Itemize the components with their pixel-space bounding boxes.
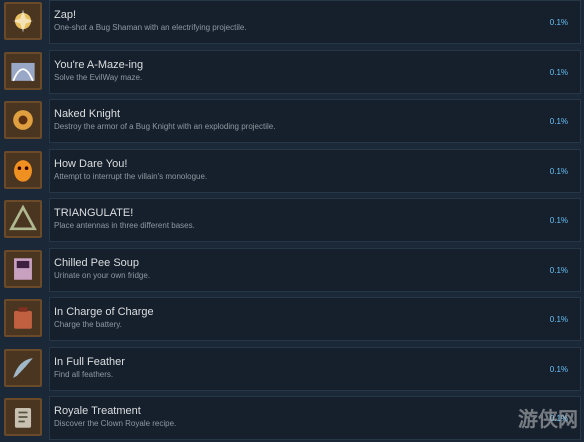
achievement-row[interactable]: Chilled Pee Soup Urinate on your own frid… (0, 247, 584, 294)
achievement-row[interactable]: Naked Knight Destroy the armor of a Bug K… (0, 99, 584, 145)
achievement-description: Destroy the armor of a Bug Knight with a… (54, 122, 276, 131)
achievement-card: Chilled Pee Soup Urinate on your own frid… (49, 247, 581, 292)
chilled-pee-soup-achievement-icon (4, 249, 42, 288)
unlock-percentage: 0.1% (549, 166, 568, 176)
achievement-description: Attempt to interrupt the villain's monol… (54, 171, 208, 181)
achievement-card: How Dare You! Attempt to interrupt the vi… (49, 148, 581, 193)
achievement-row[interactable]: How Dare You! Attempt to interrupt the vi… (0, 148, 584, 195)
achievement-row[interactable]: TRIANGULATE! Place antennas in three diff… (0, 198, 584, 244)
achievement-title: Naked Knight (54, 108, 121, 120)
achievement-description: Discover the Clown Royale recipe. (54, 419, 177, 428)
achievement-title: Zap! (54, 9, 77, 21)
unlock-percentage: 0.1% (549, 216, 568, 225)
achievement-card: Zap! One-shot a Bug Shaman with an electr… (49, 0, 581, 44)
unlock-percentage: 0.1% (549, 364, 568, 374)
achievement-row[interactable]: Royale Treatment Discover the Clown Royal… (0, 396, 584, 442)
achievement-row[interactable]: In Full Feather Find all feathers. 0.1% (0, 346, 584, 393)
achievement-title: Chilled Pee Soup (54, 256, 140, 269)
achievement-card: TRIANGULATE! Place antennas in three diff… (49, 198, 581, 242)
naked-knight-achievement-icon (4, 101, 42, 139)
achievement-row[interactable]: In Charge of Charge Charge the battery. 0.… (0, 297, 584, 343)
achievement-title: You're A-Maze-ing (54, 58, 144, 71)
how-dare-you-achievement-icon (4, 150, 42, 189)
achievement-title: In Full Feather (54, 355, 125, 368)
maze-achievement-icon (4, 51, 42, 90)
unlock-percentage: 0.1% (549, 117, 568, 126)
unlock-percentage: 0.1% (549, 315, 568, 324)
achievement-card: Naked Knight Destroy the armor of a Bug K… (49, 99, 581, 143)
watermark-logo: 游侠网 (518, 407, 578, 431)
unlock-percentage: 0.1% (549, 18, 568, 27)
achievement-card: In Full Feather Find all feathers. 0.1% (49, 346, 581, 391)
achievement-title: How Dare You! (54, 157, 128, 170)
achievement-description: Find all feathers. (54, 369, 114, 379)
achievement-description: Urinate on your own fridge. (54, 270, 151, 280)
battery-achievement-icon (4, 299, 42, 337)
unlock-percentage: 0.1% (549, 265, 568, 275)
achievement-description: Solve the EvilWay maze. (54, 72, 143, 82)
achievement-description: One-shot a Bug Shaman with an electrifyi… (54, 23, 247, 32)
triangulate-achievement-icon (4, 200, 42, 238)
achievement-card: Royale Treatment Discover the Clown Royal… (49, 396, 581, 440)
zap-achievement-icon (4, 2, 42, 40)
achievement-row[interactable]: Zap! One-shot a Bug Shaman with an electr… (0, 0, 584, 46)
unlock-percentage: 0.1% (549, 67, 568, 77)
achievement-description: Charge the battery. (54, 320, 122, 329)
achievement-card: You're A-Maze-ing Solve the EvilWay maze.… (49, 49, 581, 94)
achievement-description: Place antennas in three different bases. (54, 221, 195, 230)
royale-treatment-achievement-icon (4, 398, 42, 436)
achievement-card: In Charge of Charge Charge the battery. 0.… (49, 297, 581, 341)
achievement-title: In Charge of Charge (54, 306, 154, 318)
achievement-title: TRIANGULATE! (54, 207, 134, 219)
achievement-title: Royale Treatment (54, 405, 141, 417)
feather-achievement-icon (4, 348, 42, 387)
achievement-row[interactable]: You're A-Maze-ing Solve the EvilWay maze.… (0, 49, 584, 96)
